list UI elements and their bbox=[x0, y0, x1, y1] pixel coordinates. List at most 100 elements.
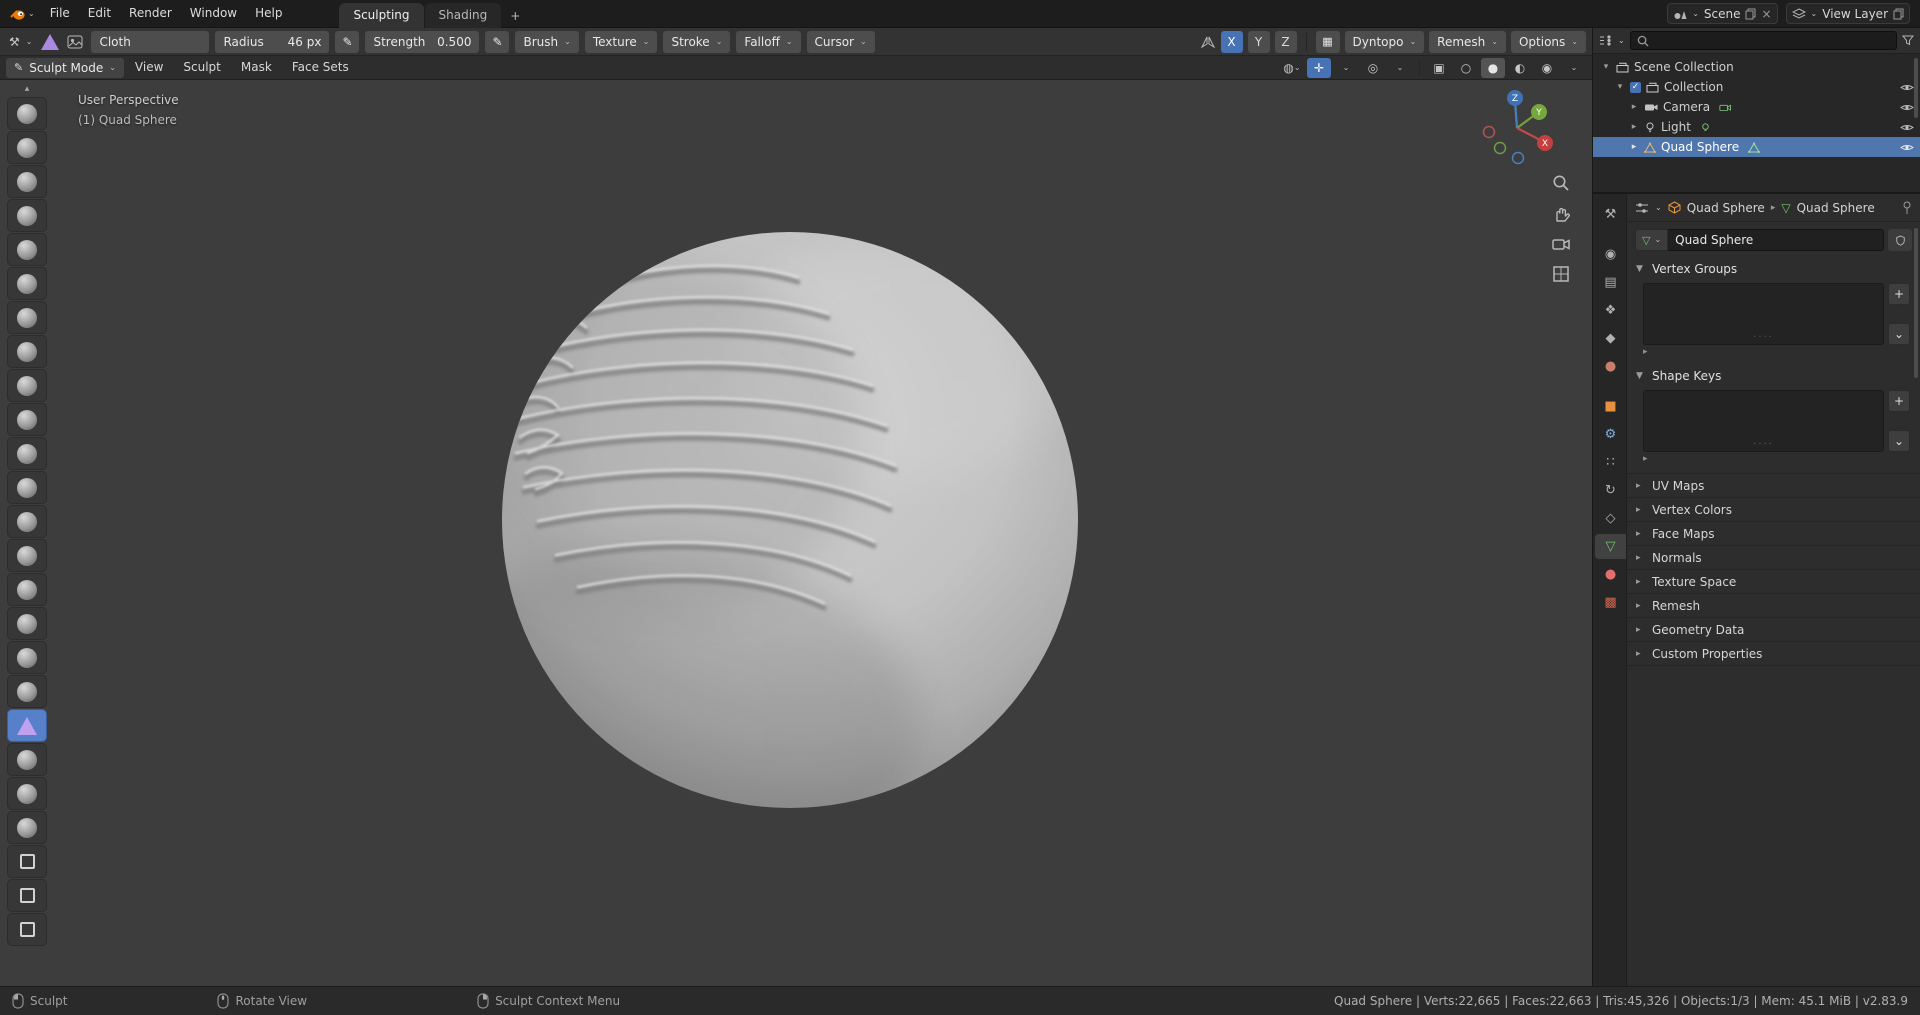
brush-blob[interactable] bbox=[8, 166, 46, 197]
zoom-button[interactable] bbox=[1552, 174, 1570, 192]
brush-flatten[interactable] bbox=[8, 268, 46, 299]
brush-smooth[interactable] bbox=[8, 234, 46, 265]
outliner-row-camera[interactable]: ▸ Camera bbox=[1593, 97, 1920, 117]
disclosure-triangle-icon[interactable]: ▸ bbox=[1629, 122, 1639, 132]
panel-face-maps[interactable]: ▸ Face Maps bbox=[1627, 522, 1920, 546]
menu-window[interactable]: Window bbox=[181, 0, 246, 27]
properties-tab-particles[interactable]: ∷ bbox=[1595, 450, 1626, 475]
outliner-row-quad-sphere[interactable]: ▸ Quad Sphere bbox=[1593, 137, 1920, 157]
outliner-search-input[interactable] bbox=[1654, 33, 1890, 48]
stroke-dropdown[interactable]: Stroke ⌄ bbox=[663, 30, 731, 53]
collection-checkbox[interactable]: ✓ bbox=[1630, 81, 1641, 93]
mesh-datablock-selector[interactable]: ▽ ⌄ bbox=[1635, 229, 1669, 251]
fade-inactive-geometry-toggle[interactable]: ▦ bbox=[1315, 30, 1340, 53]
outliner-row-scene-collection[interactable]: ▾ Scene Collection bbox=[1593, 57, 1920, 77]
brush-pinch[interactable] bbox=[8, 404, 46, 435]
brush-fill[interactable] bbox=[8, 302, 46, 333]
brush-dropdown[interactable]: Brush ⌄ bbox=[515, 30, 579, 53]
xray-toggle[interactable]: ▣ bbox=[1427, 58, 1451, 78]
panel-uv-maps[interactable]: ▸ UV Maps bbox=[1627, 474, 1920, 498]
shading-dropdown[interactable]: ⌄ bbox=[1562, 58, 1586, 78]
fake-user-shield-button[interactable] bbox=[1888, 229, 1912, 251]
options-dropdown[interactable]: Options ⌄ bbox=[1510, 30, 1586, 53]
properties-tab-material[interactable]: ● bbox=[1595, 562, 1626, 587]
properties-tab-modifiers[interactable]: ⚙ bbox=[1595, 422, 1626, 447]
properties-tab-physics[interactable]: ↻ bbox=[1595, 478, 1626, 503]
texture-dropdown[interactable]: Texture ⌄ bbox=[584, 30, 658, 53]
vertex-groups-subpanel-arrow[interactable]: ▸ bbox=[1627, 345, 1920, 358]
outliner-editor-type-button[interactable] bbox=[1599, 35, 1613, 46]
menu-edit[interactable]: Edit bbox=[79, 0, 120, 27]
falloff-dropdown[interactable]: Falloff ⌄ bbox=[736, 30, 801, 53]
new-view-layer-icon[interactable] bbox=[1893, 8, 1904, 20]
overlays-dropdown[interactable]: ⌄ bbox=[1388, 58, 1412, 78]
workspace-tab-shading[interactable]: Shading bbox=[424, 2, 502, 28]
brush-layer[interactable] bbox=[8, 98, 46, 129]
add-shape-key-button[interactable]: + bbox=[1888, 390, 1910, 412]
outliner-search-box[interactable] bbox=[1629, 31, 1897, 50]
properties-tab-texture[interactable]: ▩ bbox=[1595, 590, 1626, 615]
disclosure-triangle-icon[interactable]: ▾ bbox=[1615, 82, 1625, 92]
scene-selector[interactable]: ⌄ Scene × bbox=[1667, 3, 1778, 24]
workspace-tab-sculpting[interactable]: Sculpting bbox=[339, 2, 424, 28]
remesh-dropdown[interactable]: Remesh ⌄ bbox=[1429, 30, 1506, 53]
menu-view[interactable]: View bbox=[126, 56, 172, 79]
editor-type-button[interactable]: ⚒ ⌄ bbox=[6, 31, 35, 53]
brush-name-field[interactable]: Cloth bbox=[91, 30, 210, 53]
cursor-dropdown[interactable]: Cursor ⌄ bbox=[806, 30, 875, 53]
hide-in-viewport-eye-icon[interactable] bbox=[1900, 123, 1914, 132]
shading-solid-button[interactable]: ● bbox=[1481, 57, 1505, 78]
new-scene-icon[interactable] bbox=[1745, 8, 1756, 20]
panel-remesh[interactable]: ▸ Remesh bbox=[1627, 594, 1920, 618]
menu-mask[interactable]: Mask bbox=[232, 56, 281, 79]
brush-mesh-filter[interactable] bbox=[8, 914, 46, 945]
brush-mask[interactable] bbox=[8, 778, 46, 809]
strength-pressure-toggle[interactable]: ✎ bbox=[485, 30, 510, 53]
disclosure-triangle-icon[interactable]: ▸ bbox=[1629, 102, 1639, 112]
outliner-row-light[interactable]: ▸ Light bbox=[1593, 117, 1920, 137]
properties-tab-object[interactable]: ■ bbox=[1595, 394, 1626, 419]
unlink-scene-icon[interactable]: × bbox=[1761, 7, 1771, 21]
gizmo-dropdown[interactable]: ⌄ bbox=[1334, 58, 1358, 78]
show-gizmo-toggle[interactable]: ✛ bbox=[1307, 57, 1331, 78]
vertex-group-specials-button[interactable]: ⌄ bbox=[1888, 323, 1910, 345]
properties-tab-world[interactable]: ● bbox=[1595, 354, 1626, 379]
properties-tab-scene[interactable]: ◆ bbox=[1595, 326, 1626, 351]
toolbar-scroll-up-icon[interactable]: ▴ bbox=[25, 84, 30, 96]
disclosure-triangle-icon[interactable]: ▾ bbox=[1601, 62, 1611, 72]
brush-inflate[interactable] bbox=[8, 132, 46, 163]
brush-preview-icon[interactable] bbox=[65, 35, 85, 49]
panel-vertex-colors[interactable]: ▸ Vertex Colors bbox=[1627, 498, 1920, 522]
brush-nudge[interactable] bbox=[8, 608, 46, 639]
brush-scrape[interactable] bbox=[8, 336, 46, 367]
hide-in-viewport-eye-icon[interactable] bbox=[1900, 143, 1914, 152]
properties-scrollbar[interactable] bbox=[1914, 228, 1918, 378]
properties-tab-render[interactable]: ◉ bbox=[1595, 242, 1626, 267]
brush-box-mask[interactable] bbox=[8, 846, 46, 877]
panel-texture-space[interactable]: ▸ Texture Space bbox=[1627, 570, 1920, 594]
shading-wireframe-button[interactable]: ○ bbox=[1454, 58, 1478, 78]
brush-cloth[interactable] bbox=[8, 710, 46, 741]
brush-simplify[interactable] bbox=[8, 744, 46, 775]
shading-material-button[interactable]: ◐ bbox=[1508, 58, 1532, 78]
hide-in-viewport-eye-icon[interactable] bbox=[1900, 103, 1914, 112]
brush-multi-plane-scrape[interactable] bbox=[8, 370, 46, 401]
breadcrumb-data-name[interactable]: Quad Sphere bbox=[1797, 201, 1875, 215]
mesh-name-input[interactable] bbox=[1668, 229, 1884, 251]
add-workspace-button[interactable]: + bbox=[502, 4, 528, 28]
panel-geometry-data[interactable]: ▸ Geometry Data bbox=[1627, 618, 1920, 642]
properties-tab-tool[interactable]: ⚒ bbox=[1595, 202, 1626, 227]
outliner-scrollbar[interactable] bbox=[1914, 58, 1918, 118]
brush-thumb[interactable] bbox=[8, 540, 46, 571]
hide-in-viewport-eye-icon[interactable] bbox=[1900, 83, 1914, 92]
panel-normals[interactable]: ▸ Normals bbox=[1627, 546, 1920, 570]
menu-face-sets[interactable]: Face Sets bbox=[283, 56, 358, 79]
brush-snake-hook[interactable] bbox=[8, 506, 46, 537]
brush-slide-relax[interactable] bbox=[8, 676, 46, 707]
navigation-gizmo[interactable]: Z Y X bbox=[1474, 84, 1560, 170]
radius-slider[interactable]: Radius 46 px bbox=[215, 30, 330, 53]
panel-vertex-groups-header[interactable]: ▼ Vertex Groups bbox=[1627, 258, 1920, 280]
show-overlays-toggle[interactable]: ◎ bbox=[1361, 58, 1385, 78]
shading-rendered-button[interactable]: ◉ bbox=[1535, 58, 1559, 78]
disclosure-triangle-icon[interactable]: ▸ bbox=[1629, 142, 1639, 152]
